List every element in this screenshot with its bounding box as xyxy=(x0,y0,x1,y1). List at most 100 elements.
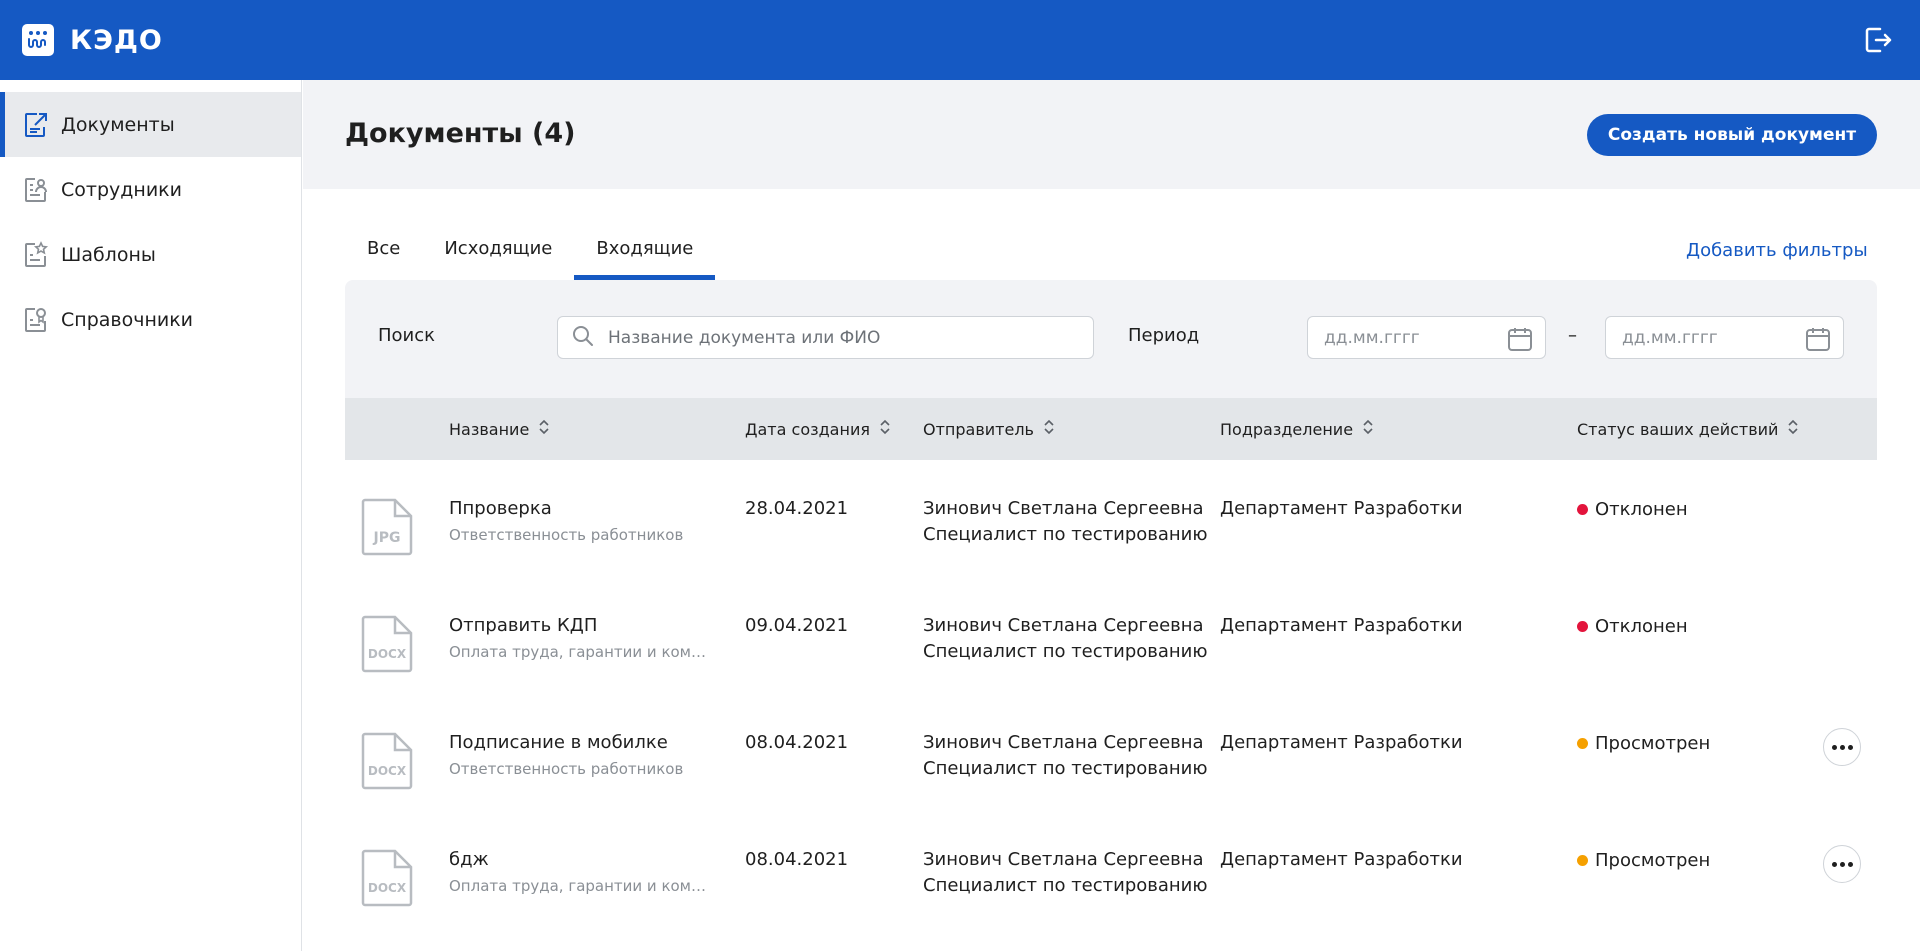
search-icon xyxy=(572,325,594,351)
sidebar-item-employees[interactable]: Сотрудники xyxy=(0,157,301,222)
sort-icon xyxy=(880,419,890,439)
sidebar-item-documents[interactable]: Документы xyxy=(0,92,301,157)
column-header-department[interactable]: Подразделение xyxy=(1220,398,1373,460)
sort-icon xyxy=(1044,419,1054,439)
sort-icon xyxy=(1363,419,1373,439)
sort-icon xyxy=(1788,419,1799,439)
date-to-field[interactable] xyxy=(1605,316,1844,359)
date-from-field[interactable] xyxy=(1307,316,1546,359)
sidebar-item-label: Шаблоны xyxy=(61,243,156,266)
add-filters-link[interactable]: Добавить фильтры xyxy=(1686,240,1868,261)
department: Департамент Разработки xyxy=(1220,849,1463,870)
status-badge: Отклонен xyxy=(1577,616,1688,637)
more-actions-button[interactable] xyxy=(1823,728,1861,766)
sender-position: Специалист по тестированию xyxy=(923,758,1208,779)
directories-icon xyxy=(22,306,50,334)
sender-name: Зинович Светлана Сергеевна xyxy=(923,849,1204,870)
search-field[interactable] xyxy=(557,316,1094,359)
column-header-label: Статус ваших действий xyxy=(1577,419,1779,439)
table-row[interactable]: DOCX Отправить КДП Оплата труда, гаранти… xyxy=(345,577,1877,694)
search-input[interactable] xyxy=(608,327,1078,348)
app-header: КЭДО xyxy=(0,0,1920,80)
logo-icon xyxy=(22,24,54,56)
table-header: Название Дата создания Отправитель Подра… xyxy=(345,398,1877,460)
column-header-date[interactable]: Дата создания xyxy=(745,398,890,460)
file-type-label: DOCX xyxy=(368,881,407,895)
status-badge: Отклонен xyxy=(1577,499,1688,520)
status-text: Просмотрен xyxy=(1595,850,1711,871)
tab-outgoing[interactable]: Исходящие xyxy=(422,228,574,280)
document-category: Оплата труда, гарантии и компе… xyxy=(449,877,715,895)
sort-icon xyxy=(539,419,549,439)
sidebar: Документы Сотрудники Шаблоны Справочники xyxy=(0,80,302,951)
documents-icon xyxy=(22,111,50,139)
status-dot xyxy=(1577,738,1588,749)
create-document-button[interactable]: Создать новый документ xyxy=(1587,114,1877,156)
period-label: Период xyxy=(1128,325,1200,346)
logout-icon[interactable] xyxy=(1862,24,1894,56)
sender-position: Специалист по тестированию xyxy=(923,875,1208,896)
status-text: Отклонен xyxy=(1595,499,1688,520)
table-row[interactable]: DOCX Подписание в мобилке Ответственност… xyxy=(345,694,1877,811)
docx-file-icon: DOCX xyxy=(361,849,413,907)
date-to-input[interactable] xyxy=(1622,327,1792,348)
table-row[interactable]: JPG Ппроверка Ответственность работников… xyxy=(345,460,1877,577)
date-from-input[interactable] xyxy=(1324,327,1494,348)
sidebar-item-label: Документы xyxy=(61,113,175,136)
created-date: 08.04.2021 xyxy=(745,732,849,753)
column-header-label: Отправитель xyxy=(923,419,1034,439)
docx-file-icon: DOCX xyxy=(361,615,413,673)
column-header-label: Дата создания xyxy=(745,419,870,439)
calendar-icon[interactable] xyxy=(1805,326,1831,356)
period-separator: – xyxy=(1568,325,1577,346)
calendar-icon[interactable] xyxy=(1507,326,1533,356)
more-actions-button[interactable] xyxy=(1823,845,1861,883)
sidebar-item-label: Сотрудники xyxy=(61,178,182,201)
department: Департамент Разработки xyxy=(1220,498,1463,519)
status-dot xyxy=(1577,504,1588,515)
sender-name: Зинович Светлана Сергеевна xyxy=(923,732,1204,753)
file-type-label: DOCX xyxy=(368,647,407,661)
document-name[interactable]: Отправить КДП xyxy=(449,615,597,636)
created-date: 28.04.2021 xyxy=(745,498,849,519)
document-tabs: Все Исходящие Входящие xyxy=(345,228,716,280)
status-badge: Просмотрен xyxy=(1577,733,1710,754)
column-header-label: Название xyxy=(449,419,530,439)
file-type-label: DOCX xyxy=(368,764,407,778)
document-category: Ответственность работников xyxy=(449,760,684,778)
app-logo-text: КЭДО xyxy=(70,24,163,56)
status-badge: Просмотрен xyxy=(1577,850,1710,871)
sender-position: Специалист по тестированию xyxy=(923,524,1208,545)
sender-name: Зинович Светлана Сергеевна xyxy=(923,498,1204,519)
tab-incoming[interactable]: Входящие xyxy=(574,228,716,280)
status-dot xyxy=(1577,621,1588,632)
sidebar-item-label: Справочники xyxy=(61,308,194,331)
status-text: Отклонен xyxy=(1595,616,1688,637)
file-type-label: JPG xyxy=(373,530,401,546)
column-header-name[interactable]: Название xyxy=(449,398,549,460)
search-label: Поиск xyxy=(378,325,436,346)
document-category: Оплата труда, гарантии и компе… xyxy=(449,643,715,661)
status-text: Просмотрен xyxy=(1595,733,1711,754)
jpg-file-icon: JPG xyxy=(361,498,413,556)
table-row[interactable]: DOCX бдж Оплата труда, гарантии и компе…… xyxy=(345,811,1877,928)
created-date: 09.04.2021 xyxy=(745,615,849,636)
column-header-status[interactable]: Статус ваших действий xyxy=(1577,398,1799,460)
sender-position: Специалист по тестированию xyxy=(923,641,1208,662)
column-header-label: Подразделение xyxy=(1220,419,1354,439)
document-name[interactable]: Подписание в мобилке xyxy=(449,732,668,753)
employees-icon xyxy=(22,176,50,204)
created-date: 08.04.2021 xyxy=(745,849,849,870)
department: Департамент Разработки xyxy=(1220,615,1463,636)
status-dot xyxy=(1577,855,1588,866)
document-category: Ответственность работников xyxy=(449,526,684,544)
page-title: Документы (4) xyxy=(345,118,576,149)
sender-name: Зинович Светлана Сергеевна xyxy=(923,615,1204,636)
tab-all[interactable]: Все xyxy=(345,228,422,280)
department: Департамент Разработки xyxy=(1220,732,1463,753)
document-name[interactable]: Ппроверка xyxy=(449,498,552,519)
sidebar-item-directories[interactable]: Справочники xyxy=(0,287,301,352)
column-header-sender[interactable]: Отправитель xyxy=(923,398,1054,460)
sidebar-item-templates[interactable]: Шаблоны xyxy=(0,222,301,287)
document-name[interactable]: бдж xyxy=(449,849,489,870)
